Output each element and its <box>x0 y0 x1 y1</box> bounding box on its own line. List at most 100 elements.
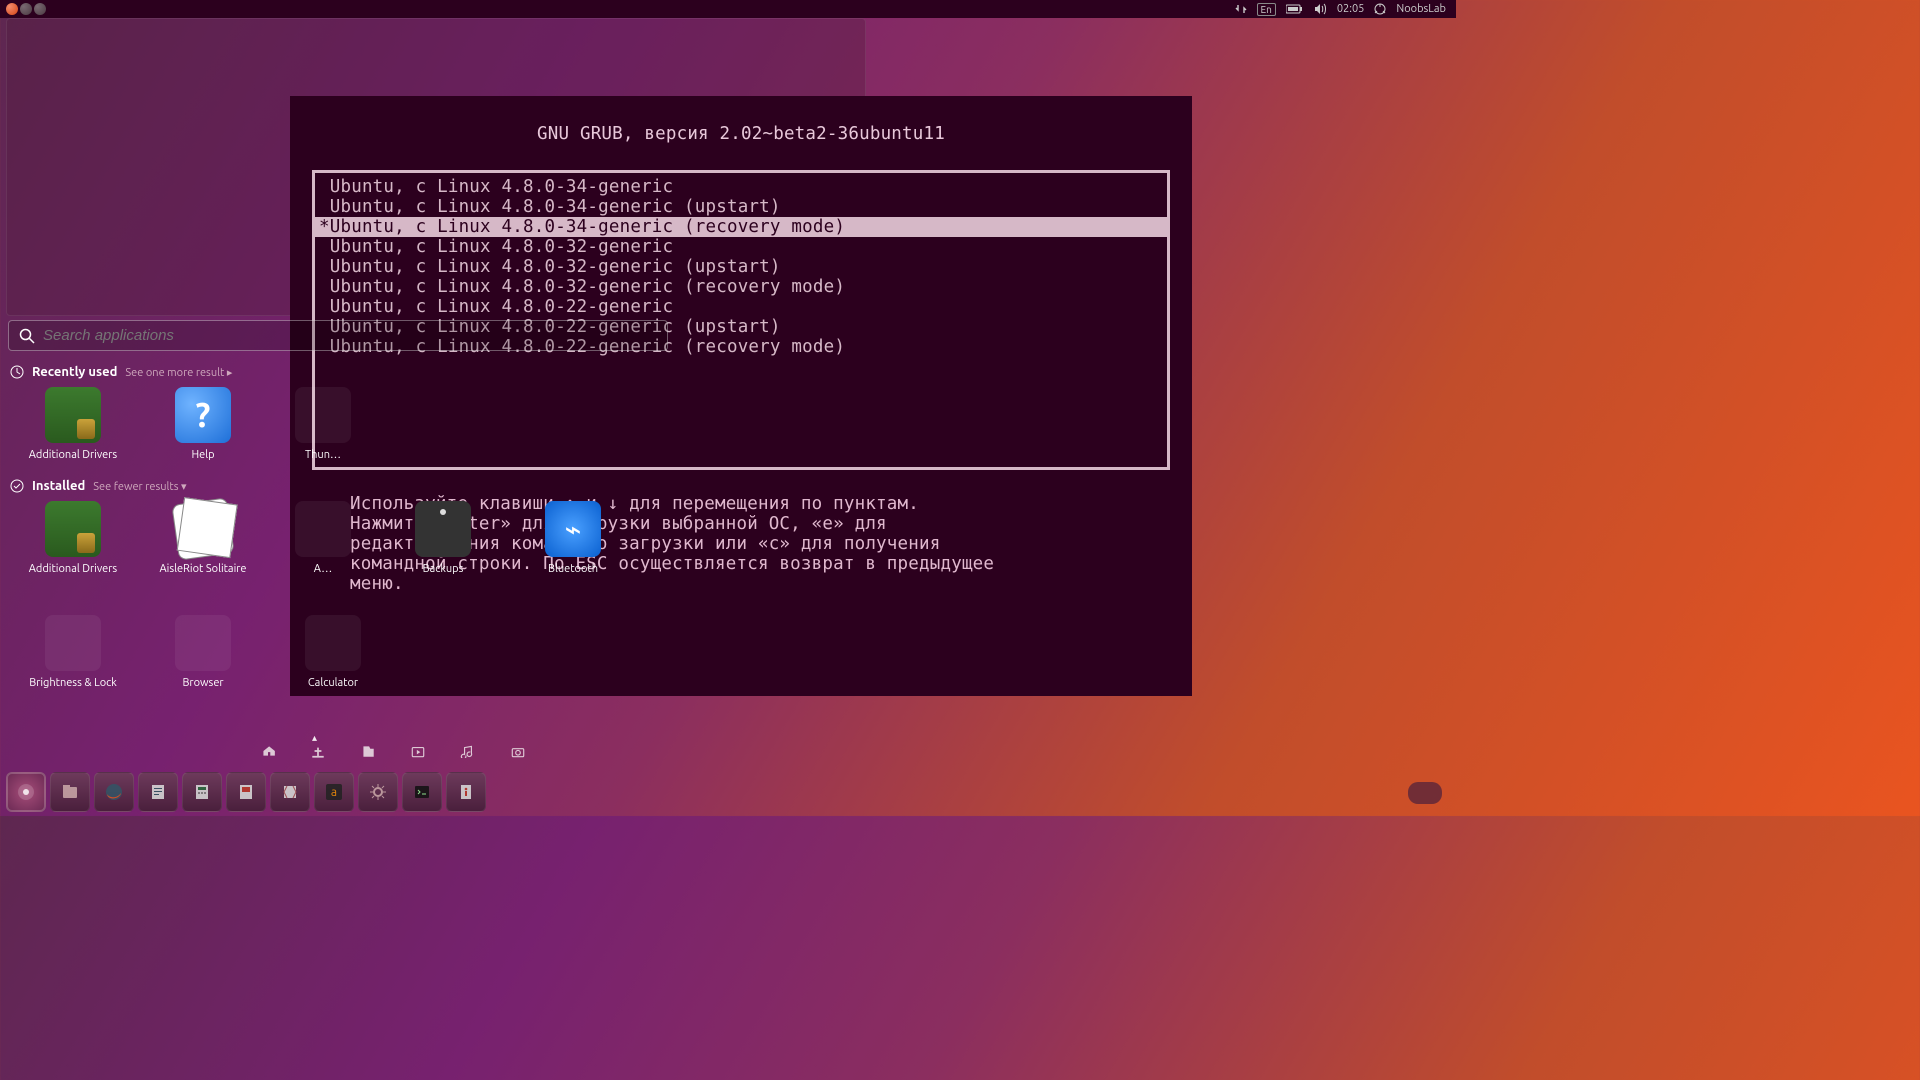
app-launcher-help[interactable]: ? Help <box>158 387 248 461</box>
grub-entry[interactable]: Ubuntu, с Linux 4.8.0-34-generic <box>315 177 1167 197</box>
safe-icon <box>415 501 471 557</box>
category-home[interactable] <box>260 744 276 762</box>
files-icon <box>60 782 80 802</box>
app-label: Help <box>158 449 248 461</box>
app-launcher-browser[interactable]: Browser <box>158 615 248 689</box>
impress-icon <box>236 782 256 802</box>
app-launcher-calculator[interactable]: Calculator <box>288 615 378 689</box>
category-apps[interactable] <box>310 744 326 762</box>
dock-settings[interactable] <box>358 772 398 812</box>
apps-icon <box>310 744 326 758</box>
app-label: Brightness & Lock <box>28 677 118 689</box>
launcher-dock: a <box>4 770 488 814</box>
app-launcher-a-[interactable]: A… <box>288 501 358 575</box>
app-launcher-aisleriot-solitaire[interactable]: AisleRiot Solitaire <box>158 501 248 575</box>
category-video[interactable] <box>410 744 426 762</box>
installed-section-header[interactable]: Installed See fewer results ▾ <box>10 479 666 493</box>
maximize-button[interactable] <box>34 3 46 15</box>
app-launcher-thun-[interactable]: Thun… <box>288 387 358 461</box>
info-icon <box>456 782 476 802</box>
session-icon[interactable] <box>1374 3 1386 15</box>
user-label[interactable]: NoobsLab <box>1396 3 1446 15</box>
app-label: Calculator <box>288 677 378 689</box>
app-label: Browser <box>158 677 248 689</box>
search-input[interactable] <box>43 327 657 344</box>
installed-apps-grid: Additional Drivers AisleRiot Solitaire A… B… <box>8 501 668 689</box>
category-files[interactable] <box>360 744 376 762</box>
blank-icon <box>295 387 351 443</box>
app-launcher-additional-drivers[interactable]: Additional Drivers <box>28 387 118 461</box>
files-icon <box>360 744 376 758</box>
writer-icon <box>148 782 168 802</box>
app-label: Additional Drivers <box>28 563 118 575</box>
grub-entry[interactable]: Ubuntu, с Linux 4.8.0-22-generic <box>315 297 1167 317</box>
calc-icon <box>192 782 212 802</box>
terminal-icon <box>412 782 432 802</box>
settings-icon <box>368 782 388 802</box>
app-label: Backups <box>398 563 488 575</box>
installed-collapse-hint[interactable]: See fewer results ▾ <box>93 480 186 493</box>
blank-icon <box>295 501 351 557</box>
grub-entry[interactable]: Ubuntu, с Linux 4.8.0-32-generic <box>315 237 1167 257</box>
grub-entry[interactable]: Ubuntu, с Linux 4.8.0-34-generic (upstar… <box>315 197 1167 217</box>
blank-icon <box>175 615 231 671</box>
dock-firefox[interactable] <box>94 772 134 812</box>
volume-icon[interactable] <box>1314 3 1327 15</box>
system-tray: En 02:05 NoobsLab <box>1235 3 1457 16</box>
dock-writer[interactable] <box>138 772 178 812</box>
app-label: Thun… <box>288 449 358 461</box>
chip-icon <box>45 387 101 443</box>
dock-terminal[interactable] <box>402 772 442 812</box>
grub-entry[interactable]: *Ubuntu, с Linux 4.8.0-34-generic (recov… <box>315 217 1167 237</box>
app-launcher-additional-drivers[interactable]: Additional Drivers <box>28 501 118 575</box>
cards-icon <box>171 497 234 560</box>
dock-calc[interactable] <box>182 772 222 812</box>
dock-files[interactable] <box>50 772 90 812</box>
bt-icon: ⌁ <box>545 501 601 557</box>
dock-ubuntu[interactable] <box>6 772 46 812</box>
app-launcher-backups[interactable]: Backups <box>398 501 488 575</box>
app-label: Bluetooth <box>528 563 618 575</box>
svg-text:a: a <box>331 786 337 799</box>
category-music[interactable] <box>460 744 476 762</box>
recent-apps-grid: Additional Drivers? Help Thun… <box>8 387 668 461</box>
keyboard-layout-indicator[interactable]: En <box>1257 3 1276 16</box>
network-icon[interactable] <box>1235 3 1247 15</box>
recent-icon <box>10 365 24 379</box>
grub-entry[interactable]: Ubuntu, с Linux 4.8.0-32-generic (recove… <box>315 277 1167 297</box>
grub-entry[interactable]: Ubuntu, с Linux 4.8.0-32-generic (upstar… <box>315 257 1167 277</box>
dock-software[interactable] <box>270 772 310 812</box>
home-icon <box>260 744 276 758</box>
music-icon <box>460 744 476 758</box>
firefox-icon <box>104 782 124 802</box>
blank-icon <box>305 615 361 671</box>
minimize-button[interactable] <box>20 3 32 15</box>
search-icon <box>19 328 35 344</box>
amazon-icon: a <box>324 782 344 802</box>
recent-expand-hint[interactable]: See one more result ▸ <box>125 366 232 379</box>
installed-icon <box>10 479 24 493</box>
software-icon <box>280 782 300 802</box>
close-button[interactable] <box>6 3 18 15</box>
chip-icon <box>45 501 101 557</box>
app-launcher-brightness-lock[interactable]: Brightness & Lock <box>28 615 118 689</box>
help-icon: ? <box>175 387 231 443</box>
installed-title: Installed <box>32 479 85 493</box>
trash-indicator[interactable] <box>1408 782 1442 804</box>
search-bar[interactable] <box>8 320 668 351</box>
app-launcher-bluetooth[interactable]: ⌁ Bluetooth <box>528 501 618 575</box>
photo-icon <box>510 744 526 758</box>
blank-icon <box>45 615 101 671</box>
top-menu-bar: En 02:05 NoobsLab <box>0 0 1456 18</box>
dash-category-bar <box>260 744 526 762</box>
battery-icon[interactable] <box>1286 4 1304 14</box>
grub-title: GNU GRUB, версия 2.02~beta2-36ubuntu11 <box>290 96 1192 144</box>
category-photo[interactable] <box>510 744 526 762</box>
dock-impress[interactable] <box>226 772 266 812</box>
dock-amazon[interactable]: a <box>314 772 354 812</box>
recent-section-header[interactable]: Recently used See one more result ▸ <box>10 365 666 379</box>
recent-title: Recently used <box>32 365 117 379</box>
clock[interactable]: 02:05 <box>1337 3 1365 15</box>
dock-info[interactable] <box>446 772 486 812</box>
video-icon <box>410 744 426 758</box>
